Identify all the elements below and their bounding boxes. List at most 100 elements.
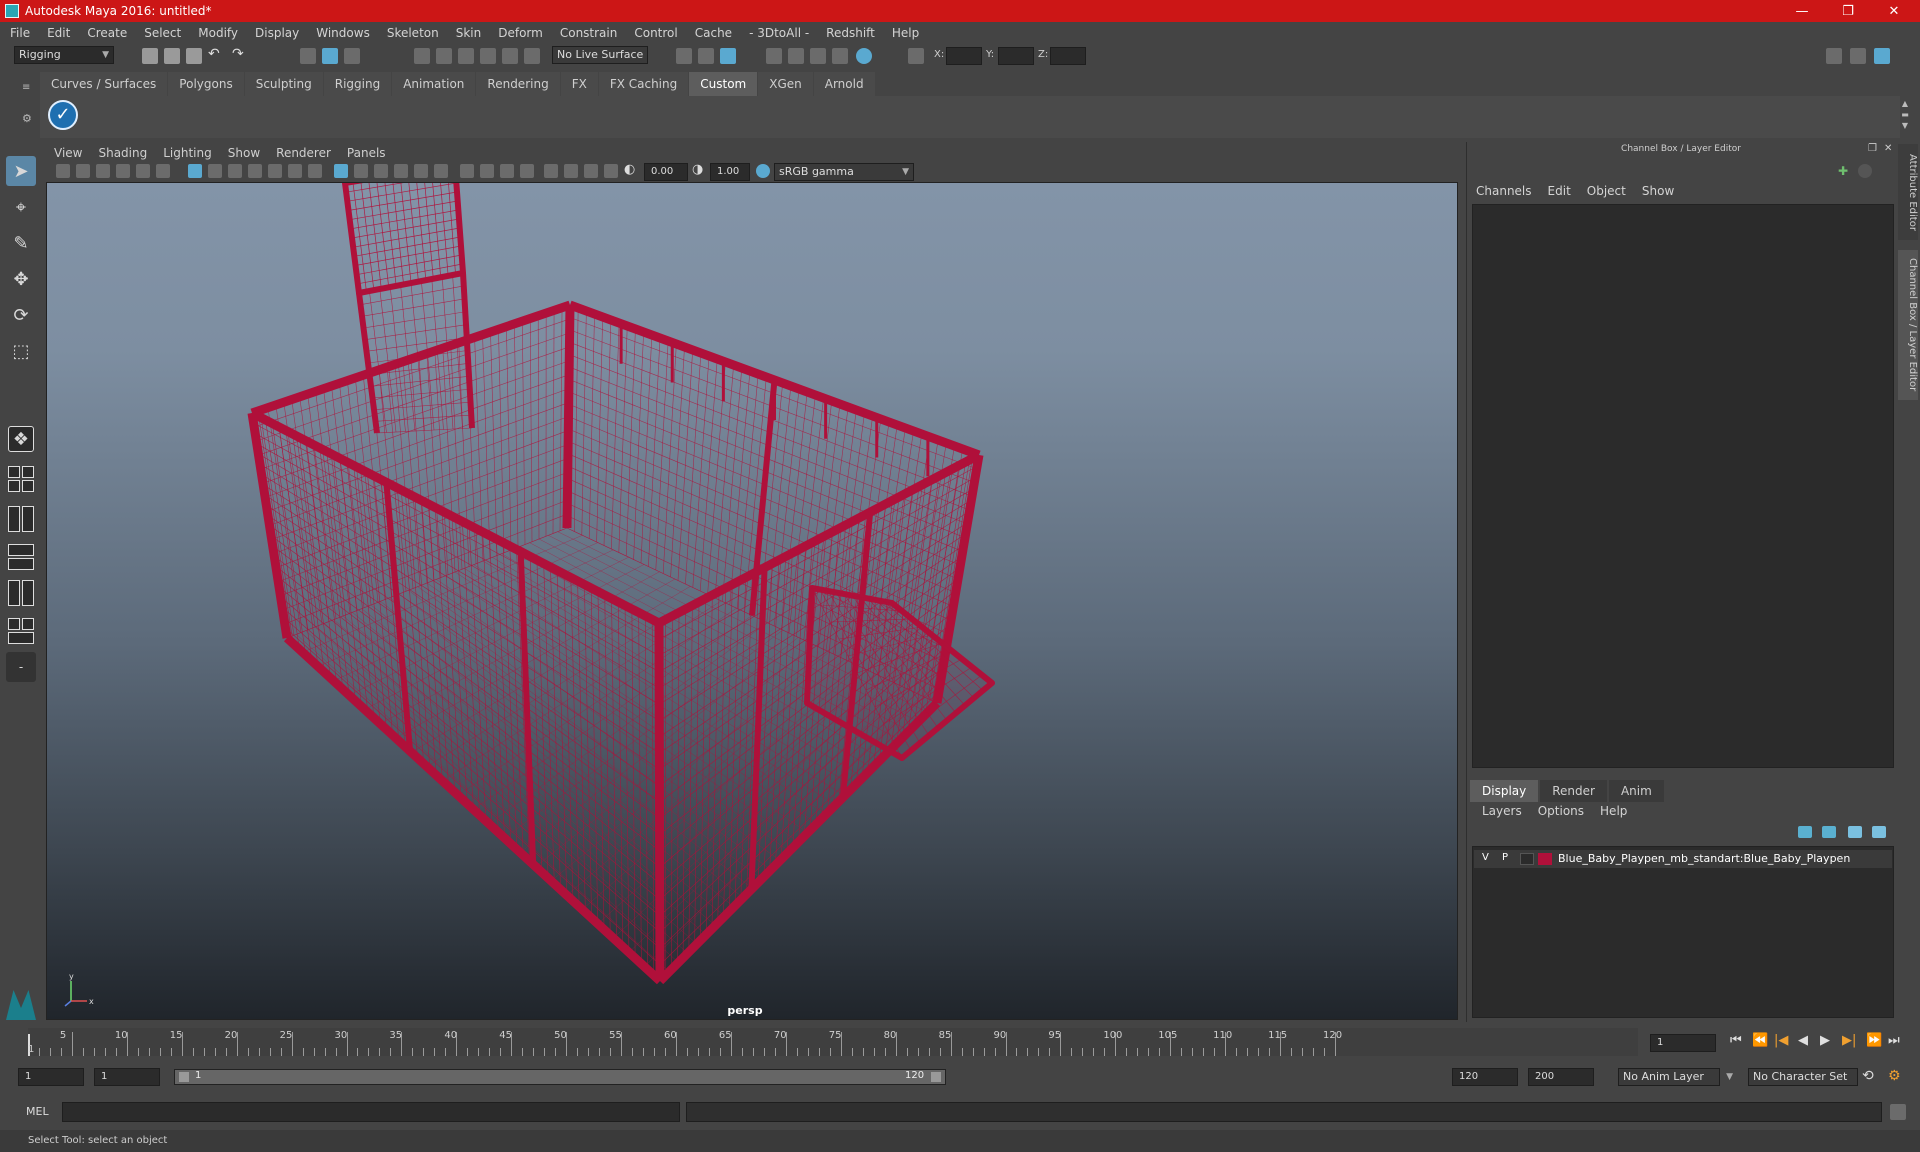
2d-pan-zoom-icon[interactable]	[136, 164, 150, 178]
menu-create[interactable]: Create	[87, 26, 127, 40]
bookmark-icon[interactable]	[96, 164, 110, 178]
snap-point-icon[interactable]	[458, 48, 474, 64]
select-hierarchy-icon[interactable]	[300, 48, 316, 64]
layer-color-swatch[interactable]	[1538, 853, 1552, 865]
film-gate-icon[interactable]	[208, 164, 222, 178]
four-pane-layout-icon[interactable]	[22, 480, 34, 492]
side-tab-attribute-editor[interactable]: Attribute Editor	[1898, 144, 1918, 240]
close-button[interactable]: ✕	[1872, 0, 1916, 22]
input-ops-icon[interactable]	[676, 48, 692, 64]
character-set-dropdown[interactable]: No Character Set	[1748, 1068, 1858, 1086]
layer-name[interactable]: Blue_Baby_Playpen_mb_standart:Blue_Baby_…	[1558, 852, 1850, 865]
live-surface-field[interactable]: No Live Surface	[552, 46, 648, 64]
playpen-wireframe-model[interactable]	[47, 183, 1458, 1020]
render-settings-icon[interactable]	[810, 48, 826, 64]
persp-outliner-layout-icon[interactable]	[8, 544, 34, 556]
shelf-tab-sculpting[interactable]: Sculpting	[244, 72, 323, 96]
four-pane-layout-icon[interactable]	[22, 466, 34, 478]
layer-menu-help[interactable]: Help	[1600, 804, 1627, 818]
snap-grid-icon[interactable]	[414, 48, 430, 64]
shelf-tab-polygons[interactable]: Polygons	[168, 72, 244, 96]
move-layer-up-icon[interactable]	[1798, 826, 1812, 838]
depth-of-field-icon[interactable]	[520, 164, 534, 178]
render-layout-icon[interactable]	[22, 580, 34, 606]
modeling-toolkit-icon[interactable]	[1826, 48, 1842, 64]
play-backward-icon[interactable]: ◀	[1798, 1033, 1808, 1048]
menu-constrain[interactable]: Constrain	[560, 26, 618, 40]
camera-icon[interactable]	[56, 164, 70, 178]
save-scene-icon[interactable]	[186, 48, 202, 64]
checkmark-icon[interactable]: ✓	[48, 100, 78, 130]
render-frame-icon[interactable]	[766, 48, 782, 64]
wireframe-icon[interactable]	[334, 164, 348, 178]
textured-icon[interactable]	[394, 164, 408, 178]
menu-windows[interactable]: Windows	[316, 26, 370, 40]
playback-end-field[interactable]: 120	[1452, 1068, 1518, 1086]
four-pane-layout-icon[interactable]	[8, 466, 20, 478]
isolate-select-icon[interactable]	[544, 164, 558, 178]
go-to-end-icon[interactable]: ⏭	[1888, 1033, 1900, 1048]
menu-3dtoall[interactable]: - 3DtoAll -	[749, 26, 809, 40]
hypershade-layout-icon[interactable]	[8, 580, 20, 606]
move-layer-down-icon[interactable]	[1822, 826, 1836, 838]
color-management-icon[interactable]	[756, 164, 770, 178]
menu-skeleton[interactable]: Skeleton	[387, 26, 439, 40]
y-field[interactable]	[998, 47, 1034, 65]
maximize-button[interactable]: ❐	[1826, 0, 1870, 22]
anti-aliasing-icon[interactable]	[500, 164, 514, 178]
output-ops-icon[interactable]	[698, 48, 714, 64]
animation-end-field[interactable]: 200	[1528, 1068, 1594, 1086]
viewport-menu-view[interactable]: View	[54, 146, 82, 160]
layer-menu-options[interactable]: Options	[1538, 804, 1584, 818]
ambient-occlusion-icon[interactable]	[460, 164, 474, 178]
channel-menu-object[interactable]: Object	[1587, 184, 1626, 198]
menu-file[interactable]: File	[10, 26, 30, 40]
layer-visibility-toggle[interactable]: V	[1482, 852, 1489, 863]
new-layer-from-selection-icon[interactable]	[1872, 826, 1886, 838]
channel-menu-edit[interactable]: Edit	[1548, 184, 1571, 198]
open-scene-icon[interactable]	[164, 48, 180, 64]
viewport-menu-panels[interactable]: Panels	[347, 146, 386, 160]
single-pane-layout-icon[interactable]: ❖	[8, 426, 34, 452]
select-tool-icon[interactable]: ➤	[6, 156, 36, 186]
shelf-tab-custom[interactable]: Custom	[689, 72, 758, 96]
grease-pencil-icon[interactable]	[156, 164, 170, 178]
x-ray-joints-icon[interactable]	[584, 164, 598, 178]
backface-culling-icon[interactable]	[604, 164, 618, 178]
close-panel-icon[interactable]: ✕	[1884, 143, 1892, 154]
channel-menu-show[interactable]: Show	[1642, 184, 1674, 198]
resolution-gate-icon[interactable]	[228, 164, 242, 178]
viewport-menu-show[interactable]: Show	[228, 146, 260, 160]
z-field[interactable]	[1050, 47, 1086, 65]
four-pane-layout-icon[interactable]	[8, 480, 20, 492]
select-object-icon[interactable]	[322, 48, 338, 64]
color-space-dropdown[interactable]: sRGB gamma ▼	[774, 163, 914, 181]
step-forward-frame-icon[interactable]: ▶|	[1842, 1033, 1856, 1048]
attribute-editor-toggle-icon[interactable]	[1850, 48, 1866, 64]
side-tab-channel-box[interactable]: Channel Box / Layer Editor	[1898, 250, 1918, 400]
wireframe-on-shaded-icon[interactable]	[374, 164, 388, 178]
script-editor-icon[interactable]	[1890, 1104, 1906, 1120]
minimize-button[interactable]: —	[1780, 0, 1824, 22]
undo-icon[interactable]: ↶	[208, 46, 224, 62]
grid-icon[interactable]	[188, 164, 202, 178]
command-input[interactable]	[62, 1102, 680, 1122]
play-forward-icon[interactable]: ▶	[1820, 1033, 1830, 1048]
gate-mask-icon[interactable]	[248, 164, 262, 178]
shelf-tab-fx[interactable]: FX	[560, 72, 598, 96]
shelf-scroll[interactable]: ▲ ▬ ▼	[1898, 98, 1912, 134]
outliner-layout-icon[interactable]	[8, 506, 20, 532]
custom-layout-icon[interactable]	[8, 618, 20, 630]
safe-action-icon[interactable]	[288, 164, 302, 178]
layer-display-type[interactable]	[1520, 853, 1534, 865]
rotate-tool-icon[interactable]: ⟳	[6, 300, 36, 330]
shelf-tab-xgen[interactable]: XGen	[758, 72, 813, 96]
snap-view-plane-icon[interactable]	[480, 48, 496, 64]
range-start-handle[interactable]	[179, 1072, 189, 1082]
step-back-frame-icon[interactable]: |◀	[1774, 1033, 1788, 1048]
menu-control[interactable]: Control	[634, 26, 677, 40]
lights-icon[interactable]	[414, 164, 428, 178]
menu-select[interactable]: Select	[144, 26, 181, 40]
channel-box-area[interactable]	[1472, 204, 1894, 768]
menu-modify[interactable]: Modify	[198, 26, 238, 40]
